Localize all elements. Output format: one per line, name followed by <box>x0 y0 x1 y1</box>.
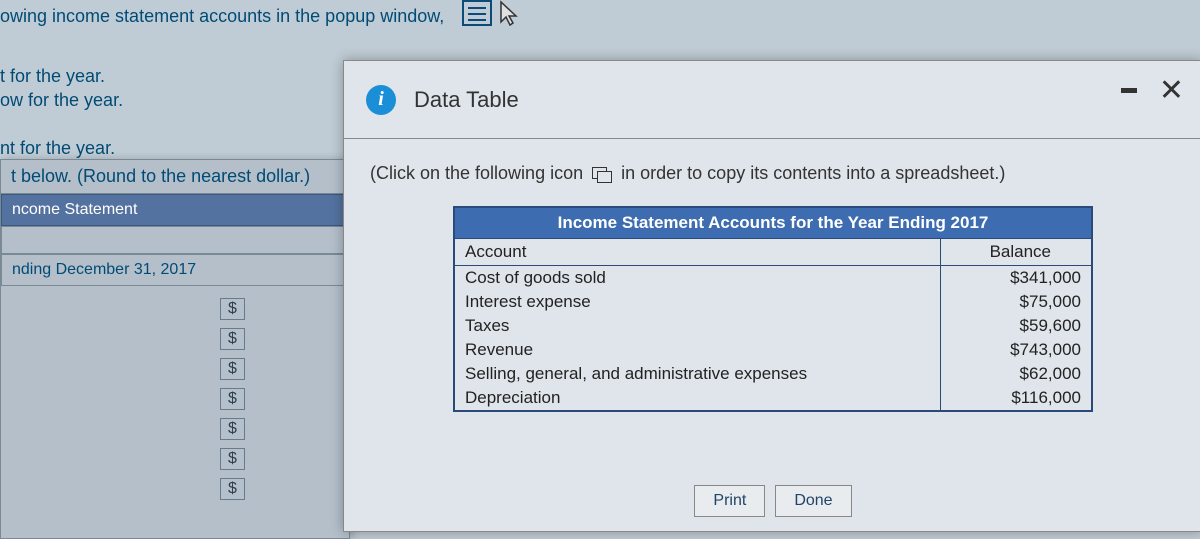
instruction-text: (Click on the following icon in order to… <box>370 163 1176 184</box>
popup-header: i Data Table <box>344 61 1200 139</box>
bg-date-subheader: nding December 31, 2017 <box>1 254 349 286</box>
dollar-cell[interactable]: $ <box>220 298 245 320</box>
dollar-cell[interactable]: $ <box>220 328 245 350</box>
popup-body: (Click on the following icon in order to… <box>344 139 1200 422</box>
copy-icon[interactable] <box>592 167 612 181</box>
col-header-balance: Balance <box>941 239 1092 266</box>
cell-account: Taxes <box>454 314 941 338</box>
bg-text-line: t below. (Round to the nearest dollar.) <box>1 160 349 194</box>
print-button[interactable]: Print <box>694 485 765 517</box>
cell-account: Revenue <box>454 338 941 362</box>
table-row: Cost of goods sold$341,000 <box>454 266 1092 291</box>
cursor-icon <box>497 0 521 30</box>
instruction-pre: (Click on the following icon <box>370 163 583 183</box>
cell-account: Cost of goods sold <box>454 266 941 291</box>
table-row: Revenue$743,000 <box>454 338 1092 362</box>
dollar-cell[interactable]: $ <box>220 478 245 500</box>
bg-text-line: nt for the year. <box>0 138 115 159</box>
dollar-cell[interactable]: $ <box>220 358 245 380</box>
info-icon: i <box>366 85 396 115</box>
dollar-input-column: $ $ $ $ $ $ $ <box>220 298 245 500</box>
cell-balance: $116,000 <box>941 386 1092 411</box>
dollar-cell[interactable]: $ <box>220 388 245 410</box>
document-icon[interactable] <box>462 0 492 26</box>
cell-balance: $75,000 <box>941 290 1092 314</box>
done-button[interactable]: Done <box>775 485 851 517</box>
popup-title: Data Table <box>414 87 519 113</box>
cell-account: Interest expense <box>454 290 941 314</box>
table-row: Interest expense$75,000 <box>454 290 1092 314</box>
data-table-popup: ✕ i Data Table (Click on the following i… <box>343 60 1200 532</box>
cell-balance: $743,000 <box>941 338 1092 362</box>
col-header-account: Account <box>454 239 941 266</box>
close-icon[interactable]: ✕ <box>1159 73 1184 108</box>
window-controls: ✕ <box>1121 73 1184 108</box>
bg-text-line: t for the year. <box>0 66 105 87</box>
bg-paper: t below. (Round to the nearest dollar.) … <box>0 159 350 539</box>
income-statement-table: Income Statement Accounts for the Year E… <box>453 206 1093 412</box>
table-row: Selling, general, and administrative exp… <box>454 362 1092 386</box>
popup-footer: Print Done <box>344 475 1200 531</box>
dollar-cell[interactable]: $ <box>220 418 245 440</box>
cell-account: Selling, general, and administrative exp… <box>454 362 941 386</box>
table-title: Income Statement Accounts for the Year E… <box>454 207 1092 239</box>
table-row: Taxes$59,600 <box>454 314 1092 338</box>
table-row: Depreciation$116,000 <box>454 386 1092 411</box>
instruction-post: in order to copy its contents into a spr… <box>621 163 1005 183</box>
bg-text-line: ow for the year. <box>0 90 123 111</box>
bg-text-line: owing income statement accounts in the p… <box>0 6 444 27</box>
cell-balance: $62,000 <box>941 362 1092 386</box>
cell-account: Depreciation <box>454 386 941 411</box>
minimize-icon[interactable] <box>1121 88 1137 93</box>
cell-balance: $59,600 <box>941 314 1092 338</box>
bg-income-header: ncome Statement <box>1 194 349 226</box>
dollar-cell[interactable]: $ <box>220 448 245 470</box>
cell-balance: $341,000 <box>941 266 1092 291</box>
